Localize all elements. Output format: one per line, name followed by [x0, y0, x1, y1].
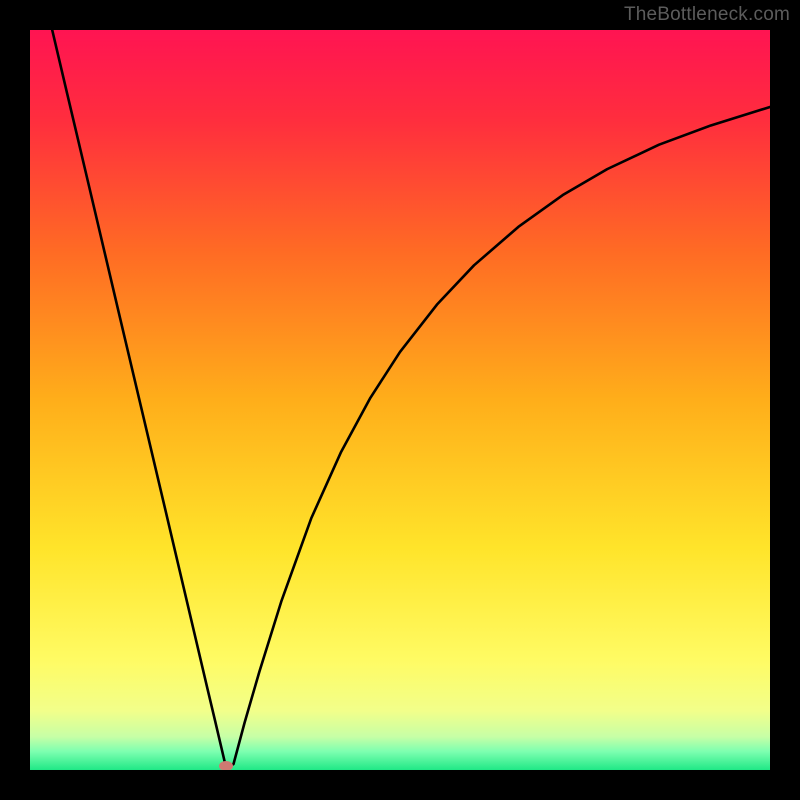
plot-area [30, 30, 770, 770]
chart-frame: TheBottleneck.com [0, 0, 800, 800]
minimum-marker [219, 761, 233, 770]
curve-line [30, 30, 770, 770]
watermark-text: TheBottleneck.com [624, 4, 790, 26]
